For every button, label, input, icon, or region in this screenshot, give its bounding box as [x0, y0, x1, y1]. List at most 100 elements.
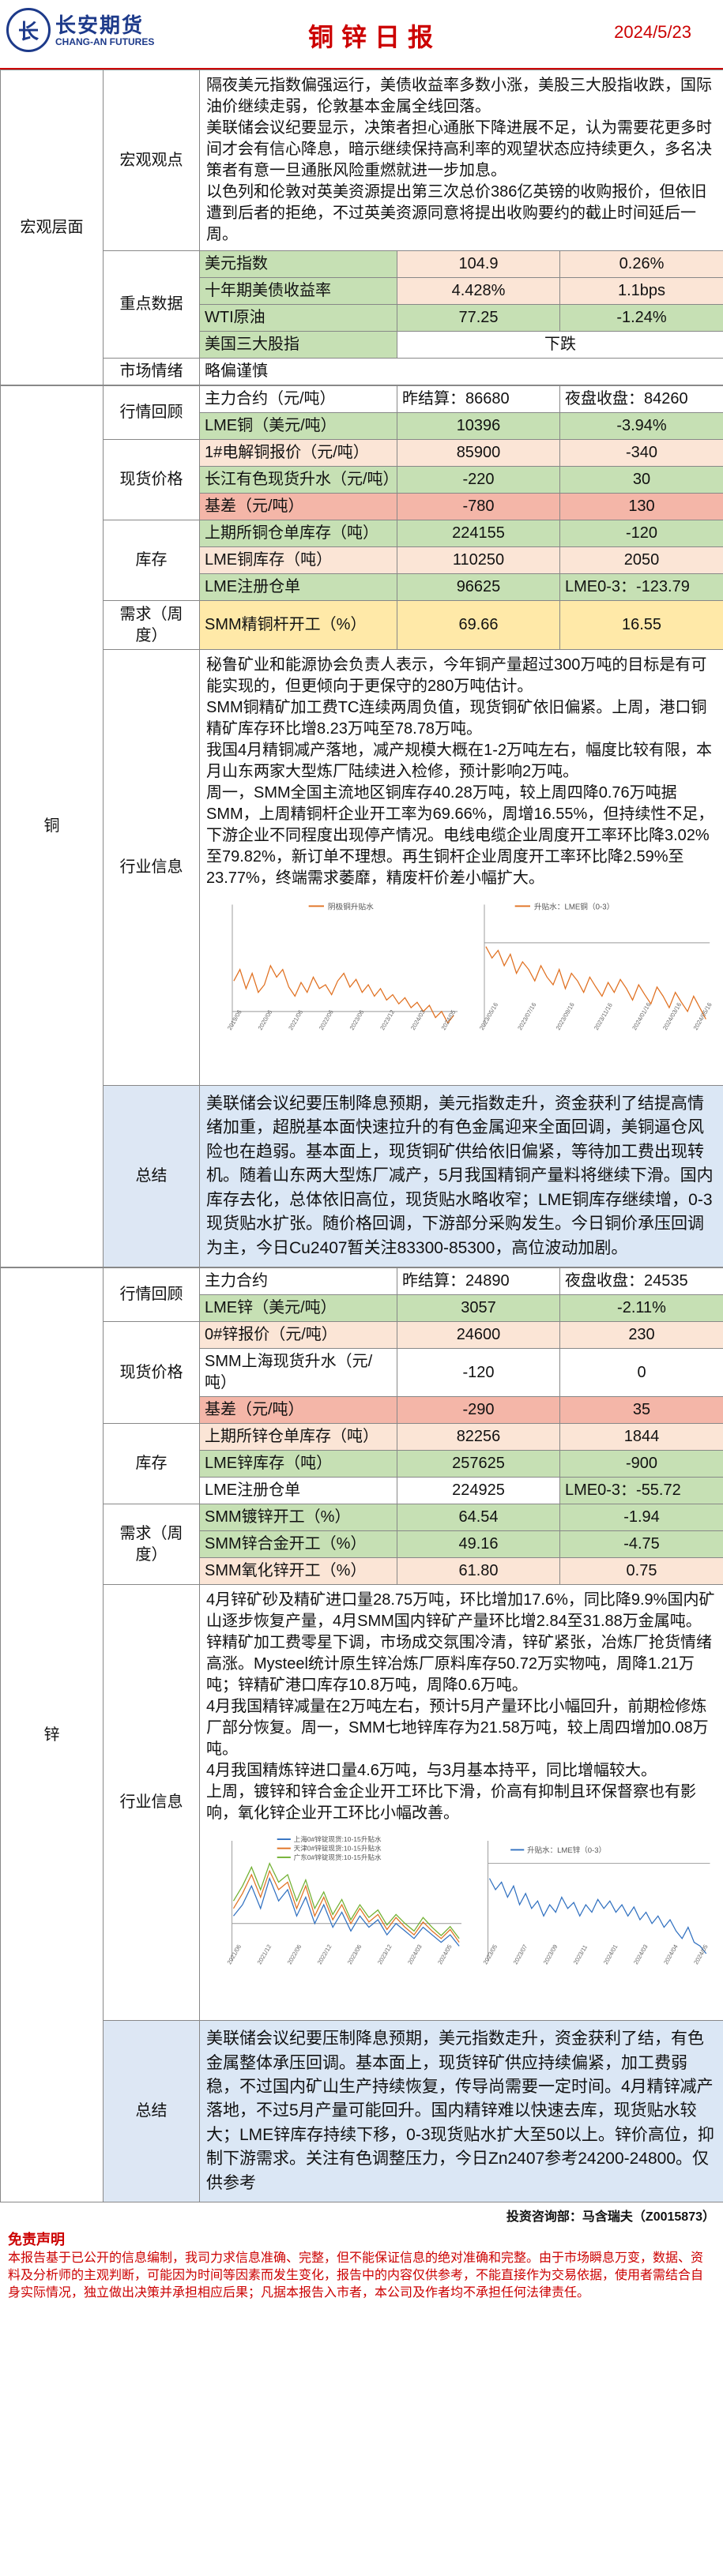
cu-info-p3: 我国4月精铜减产落地，减产规模大概在1-2万吨左右，幅度比较有限，本月山东两家大…	[206, 742, 713, 780]
zn-chart1-line-1	[232, 1876, 460, 1947]
cu-inv-label: 库存	[103, 520, 200, 601]
zinc-table: 锌 行情回顾 主力合约 昨结算：24890 夜盘收盘：24535 LME锌（美元…	[0, 1267, 723, 2203]
zn-demand-a: 49.16	[397, 1530, 560, 1559]
key-row-change: 1.1bps	[559, 277, 723, 305]
zn-premium-chart: 上海0#锌锭现货:10-15升贴水 天津0#锌锭现货:10-15升贴水 广东0#…	[226, 1834, 462, 1966]
svg-text:2019/06: 2019/06	[226, 1008, 243, 1031]
footer: 投资咨询部：马含瑞夫（Z0015873） 免责声明 本报告基于已公开的信息编制，…	[0, 2202, 723, 2309]
macro-view-text: 隔夜美元指数偏强运行，美债收益率多数小涨，美股三大股指收跌，国际油价继续走弱，伦…	[199, 69, 723, 251]
cu-info-p1: 秘鲁矿业和能源协会负责人表示，今年铜产量超过300万吨的目标是有可能实现的，但更…	[206, 656, 707, 695]
cu-inv-name: LME铜库存（吨）	[199, 546, 397, 574]
cu-chart1-legend: 阴极铜升贴水	[328, 902, 374, 911]
market-mood-value: 略偏谨慎	[199, 358, 723, 385]
copper-table: 铜 行情回顾 主力合约（元/吨） 昨结算：86680 夜盘收盘：84260 LM…	[0, 385, 723, 1268]
svg-text:2024/05: 2024/05	[436, 1943, 454, 1966]
cu-inv-name: LME注册仓单	[199, 573, 397, 601]
zn-inv-a: 224925	[397, 1477, 560, 1505]
svg-text:2023/06: 2023/06	[348, 1008, 366, 1031]
cu-inv-b: LME0-3：-123.79	[559, 573, 723, 601]
svg-text:2022/06: 2022/06	[286, 1943, 303, 1966]
svg-text:2020/06: 2020/06	[257, 1008, 274, 1031]
zn-lme-value: 3057	[397, 1294, 560, 1323]
brand-name: 长安期货	[55, 13, 145, 37]
zn-demand-b: 0.75	[559, 1557, 723, 1586]
key-row-name: 美元指数	[199, 250, 397, 278]
zn-chart1-legend-2: 天津0#锌锭现货:10-15升贴水	[294, 1843, 382, 1852]
zn-spot-name: 0#锌报价（元/吨）	[199, 1321, 397, 1350]
zn-info-text: 4月锌矿砂及精矿进口量28.75万吨，环比增加17.6%，同比降9.9%国内矿山…	[199, 1584, 723, 2022]
cu-spot-b: -340	[559, 439, 723, 467]
cu-lme-spread-chart: 升贴水：LME铜（0-3） 2023/05/16 2023/07/16 2023/0…	[478, 902, 714, 1031]
zn-inv-name: LME锌库存（吨）	[199, 1450, 397, 1478]
zn-lme-name: LME锌（美元/吨）	[199, 1294, 397, 1323]
svg-text:2023/05: 2023/05	[481, 1943, 499, 1966]
key-row-change: 0.26%	[559, 250, 723, 278]
copper-section-label: 铜	[0, 385, 104, 1268]
brand-name-en: CHANG-AN FUTURES	[55, 36, 155, 47]
zn-basis-name: 基差（元/吨）	[199, 1396, 397, 1425]
svg-text:2023/12: 2023/12	[376, 1943, 394, 1966]
svg-text:2024/01/16: 2024/01/16	[631, 1001, 652, 1031]
company-logo: 长	[6, 8, 51, 52]
macro-view-label: 宏观观点	[103, 69, 200, 251]
key-row-name: 美国三大股指	[199, 331, 397, 359]
zn-demand-name: SMM镀锌开工（%）	[199, 1504, 397, 1532]
cu-inv-name: 上期所铜仓单库存（吨）	[199, 520, 397, 547]
footer-author: 投资咨询部：马含瑞夫（Z0015873）	[506, 2210, 715, 2225]
macro-table: 宏观层面 宏观观点 隔夜美元指数偏强运行，美债收益率多数小涨，美股三大股指收跌，…	[0, 69, 723, 385]
zn-demand-name: SMM锌合金开工（%）	[199, 1530, 397, 1559]
zn-spot-b: 0	[559, 1348, 723, 1398]
zn-demand-a: 61.80	[397, 1557, 560, 1586]
cu-summary-label: 总结	[103, 1084, 200, 1268]
zn-chart1-legend-1: 上海0#锌锭现货:10-15升贴水	[294, 1834, 382, 1843]
cu-lme-change: -3.94%	[559, 412, 723, 440]
macro-view-p1: 隔夜美元指数偏强运行，美债收益率多数小涨，美股三大股指收跌，国际油价继续走弱，伦…	[206, 77, 712, 115]
cu-demand-a: 69.66	[397, 600, 560, 650]
zn-info-p3: 4月我国精炼锌进口量4.6万吨，与3月基本持平，同比增幅较大。	[206, 1762, 657, 1780]
zn-spot-label: 现货价格	[103, 1321, 200, 1425]
svg-text:2024/05: 2024/05	[692, 1943, 710, 1966]
zinc-section-label: 锌	[0, 1267, 104, 2203]
zn-demand-label: 需求（周度）	[103, 1504, 200, 1586]
cu-inv-b: -120	[559, 520, 723, 547]
key-row-change: 下跌	[397, 331, 723, 359]
zn-summary-label: 总结	[103, 2020, 200, 2203]
cu-charts: 阴极铜升贴水 2019/06 2020/06 2021/06 2022/06 2023/…	[206, 889, 717, 1080]
cu-lme-name: LME铜（美元/吨）	[199, 412, 397, 440]
cu-demand-name: SMM精铜杆开工（%）	[199, 600, 397, 650]
cu-inv-a: 224155	[397, 520, 560, 547]
zn-chart1-line-3	[232, 1862, 460, 1940]
macro-view-p2: 美联储会议纪要显示，决策者担心通胀下降进展不足，认为需要花更多时间才会有信心降息…	[206, 119, 712, 179]
svg-text:2023/11: 2023/11	[572, 1943, 589, 1966]
zn-info-label: 行业信息	[103, 1584, 200, 2022]
zn-inv-b: -900	[559, 1450, 723, 1478]
cu-spot-name: 1#电解铜报价（元/吨）	[199, 439, 397, 467]
svg-text:2022/06: 2022/06	[318, 1008, 335, 1031]
report-title: 铜锌日报	[308, 23, 442, 51]
disclaimer-title: 免责声明	[8, 2231, 65, 2247]
svg-text:2022/12: 2022/12	[316, 1943, 333, 1966]
zn-inv-a: 257625	[397, 1450, 560, 1478]
key-row-name: 十年期美债收益率	[199, 277, 397, 305]
zn-demand-b: -1.94	[559, 1504, 723, 1532]
cu-review-b: 夜盘收盘：84260	[559, 385, 723, 413]
cu-inv-b: 2050	[559, 546, 723, 574]
zn-demand-b: -4.75	[559, 1530, 723, 1559]
zn-inv-label: 库存	[103, 1423, 200, 1505]
svg-text:2023/12: 2023/12	[378, 1008, 396, 1031]
cu-info-text: 秘鲁矿业和能源协会负责人表示，今年铜产量超过300万吨的目标是有可能实现的，但更…	[199, 649, 723, 1086]
cu-spot-b: 30	[559, 466, 723, 494]
svg-text:2024/03: 2024/03	[632, 1943, 650, 1966]
zn-basis-a: -290	[397, 1396, 560, 1425]
zn-info-p2: 4月我国精锌减量在2万吨左右，预计5月产量环比小幅回升，前期检修炼厂部分恢复。周…	[206, 1698, 709, 1759]
cu-premium-chart: 阴极铜升贴水 2019/06 2020/06 2021/06 2022/06 2023/…	[226, 902, 458, 1031]
svg-text:2023/05/16: 2023/05/16	[478, 1001, 499, 1031]
cu-review-a: 昨结算：86680	[397, 385, 560, 413]
zn-demand-a: 64.54	[397, 1504, 560, 1532]
zn-inv-name: 上期所锌仓单库存（吨）	[199, 1423, 397, 1451]
svg-text:2024/05/16: 2024/05/16	[692, 1001, 714, 1031]
cu-basis-a: -780	[397, 493, 560, 520]
market-mood-label: 市场情绪	[103, 358, 200, 385]
zn-info-p1: 4月锌矿砂及精矿进口量28.75万吨，环比增加17.6%，同比降9.9%国内矿山…	[206, 1591, 715, 1695]
svg-text:2021/06: 2021/06	[287, 1008, 304, 1031]
